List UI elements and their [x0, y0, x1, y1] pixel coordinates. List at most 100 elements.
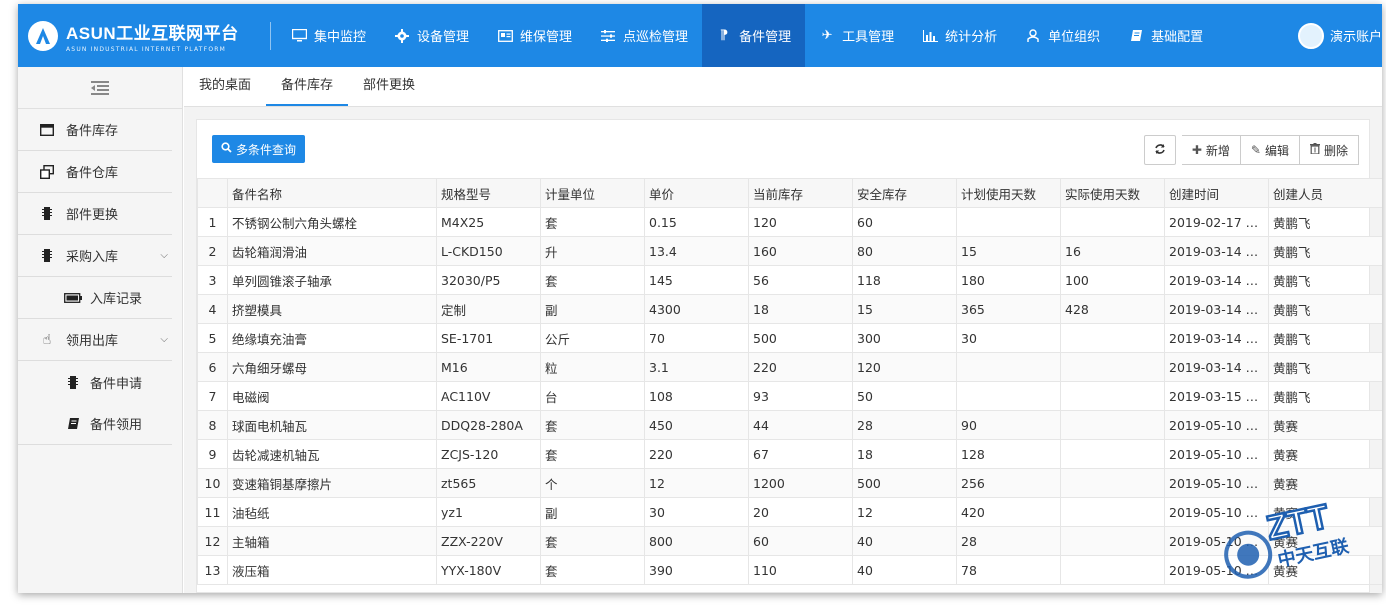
table-row[interactable]: 12 主轴箱 ZZX-220V 套 800 60 40 28 2019-05-10 0... 黄赛 [197, 526, 1382, 556]
nav-item-5[interactable]: ✈ 工具管理 [805, 4, 908, 67]
column-header[interactable]: 创建人员 [1268, 178, 1382, 208]
nav-item-6[interactable]: 统计分析 [908, 4, 1011, 67]
tab-2[interactable]: 部件更换 [348, 66, 430, 106]
tab-1[interactable]: 备件库存 [266, 66, 349, 106]
column-header[interactable]: 备件名称 [227, 178, 437, 208]
column-header[interactable]: 单价 [644, 178, 749, 208]
table-row[interactable]: 5 绝缘填充油膏 SE-1701 公斤 70 500 300 30 2019-03-14 1..… [197, 323, 1382, 353]
table-cell: 15 [852, 294, 957, 324]
nav-item-label: 维保管理 [520, 30, 573, 45]
table-row[interactable]: 11 油毡纸 yz1 副 30 20 12 420 2019-05-10 0... 黄赛 [197, 497, 1382, 527]
table-cell: 60 [852, 207, 957, 237]
table-cell: 六角细牙螺母 [227, 352, 437, 382]
multi-query-button[interactable]: 多条件查询 [212, 135, 306, 163]
user-menu[interactable]: 演示账户 [1297, 4, 1382, 67]
table-row[interactable]: 13 液压箱 YYX-180V 套 390 110 40 78 2019-05-10 0... 黄… [197, 555, 1382, 585]
sidebar-toggle[interactable] [18, 67, 182, 109]
edit-button[interactable]: ✎ 编辑 [1240, 135, 1300, 165]
table-cell: 90 [956, 410, 1061, 440]
column-header[interactable]: 创建时间 [1164, 178, 1269, 208]
table-cell: 2019-03-15 1... [1164, 381, 1269, 411]
table-cell [1060, 410, 1165, 440]
column-header[interactable]: 当前库存 [748, 178, 853, 208]
table-row[interactable]: 6 六角细牙螺母 M16 粒 3.1 220 120 2019-03-14 1... 黄鹏飞 [197, 352, 1382, 382]
column-header[interactable]: 规格型号 [436, 178, 541, 208]
app-window: ASUN工业互联网平台 ASUN INDUSTRIAL INTERNET PLA… [18, 4, 1382, 593]
table-row[interactable]: 4 挤塑模具 定制副 4300 18 15 365 428 2019-03-14 1... 黄鹏飞 [197, 294, 1382, 324]
nav-item-1[interactable]: 设备管理 [380, 4, 483, 67]
brand-logo[interactable]: ASUN工业互联网平台 ASUN INDUSTRIAL INTERNET PLA… [18, 4, 270, 67]
table-cell: 副 [540, 294, 645, 324]
table-cell: 电磁阀 [227, 381, 437, 411]
nav-item-4[interactable]: ⁋ 备件管理 [702, 4, 806, 67]
table-cell [1060, 468, 1165, 498]
refresh-button[interactable] [1143, 135, 1176, 165]
table-cell: 油毡纸 [227, 497, 437, 527]
table-cell: 绝缘填充油膏 [227, 323, 437, 353]
column-header[interactable]: 计量单位 [540, 178, 645, 208]
delete-label: 删除 [1323, 143, 1348, 158]
nav-item-0[interactable]: 集中监控 [277, 4, 380, 67]
table-cell: 50 [852, 381, 957, 411]
column-header[interactable]: 安全库存 [852, 178, 957, 208]
clone-icon [38, 164, 56, 179]
table-cell [1060, 555, 1165, 585]
sidebar-item-2[interactable]: 部件更换 [18, 193, 172, 235]
nav-item-label: 单位组织 [1048, 30, 1101, 45]
sidebar-item-6[interactable]: 备件申请 [18, 361, 172, 403]
table-cell: 套 [540, 265, 645, 295]
table-cell: 黄鹏飞 [1268, 265, 1382, 295]
table-cell: 升 [540, 236, 645, 266]
table-cell: 2019-03-14 1... [1164, 236, 1269, 266]
table-cell: zt565 [436, 468, 541, 498]
sidebar-item-4[interactable]: 入库记录 [18, 277, 172, 319]
sidebar-item-3[interactable]: 采购入库 ⌵ [18, 235, 172, 277]
table-cell: 黄赛 [1268, 526, 1382, 556]
nav-item-2[interactable]: 维保管理 [483, 4, 586, 67]
table-cell: 145 [644, 265, 749, 295]
table-cell [956, 381, 1061, 411]
table-cell: 挤塑模具 [227, 294, 437, 324]
table-row[interactable]: 7 电磁阀 AC110V 台 108 93 50 2019-03-15 1... 黄鹏飞 [197, 381, 1382, 411]
table-cell: 800 [644, 526, 749, 556]
table-cell: 黄鹏飞 [1268, 207, 1382, 237]
table-row[interactable]: 9 齿轮减速机轴瓦 ZCJS-120 套 220 67 18 128 2019-05-10 0.… [197, 439, 1382, 469]
table-row[interactable]: 8 球面电机轴瓦 DDQ28-280A 套 450 44 28 90 2019-05-10 0.… [197, 410, 1382, 440]
bar-chart-icon [922, 28, 938, 44]
chip-icon [64, 375, 82, 389]
table-cell: 15 [956, 236, 1061, 266]
table-cell: 100 [1060, 265, 1165, 295]
table-cell: 30 [644, 497, 749, 527]
tab-0[interactable]: 我的桌面 [184, 66, 266, 106]
table-cell: 30 [956, 323, 1061, 353]
add-button[interactable]: ✚ 新增 [1181, 135, 1241, 165]
sidebar-item-0[interactable]: 备件库存 [18, 109, 172, 151]
nav-item-3[interactable]: 点巡检管理 [586, 4, 702, 67]
row-index: 8 [197, 410, 228, 440]
inventory-panel: 多条件查询 ✚ 新增 ✎ 编辑 删除 备件名称 规格型号 计量单位 单价 当前库… [196, 119, 1382, 593]
nav-item-7[interactable]: 单位组织 [1011, 4, 1114, 67]
table-row[interactable]: 2 齿轮箱润滑油 L-CKD150 升 13.4 160 80 15 16 2019-03-14 … [197, 236, 1382, 266]
table-cell: 台 [540, 381, 645, 411]
nav-item-label: 统计分析 [945, 30, 998, 45]
sidebar-item-1[interactable]: 备件仓库 [18, 151, 172, 193]
table-cell [1060, 497, 1165, 527]
nav-item-8[interactable]: 基础配置 [1114, 4, 1217, 67]
column-header[interactable] [197, 178, 228, 208]
delete-button[interactable]: 删除 [1299, 135, 1359, 165]
table-cell: 2019-03-14 1... [1164, 294, 1269, 324]
sidebar-item-7[interactable]: 备件领用 [18, 403, 172, 445]
table-cell: 16 [1060, 236, 1165, 266]
table-cell: 220 [748, 352, 853, 382]
table-cell: 黄赛 [1268, 468, 1382, 498]
table-cell: DDQ28-280A [436, 410, 541, 440]
table-row[interactable]: 3 单列圆锥滚子轴承 32030/P5 套 145 56 118 180 100 2019-03-… [197, 265, 1382, 295]
table-row[interactable]: 1 不锈钢公制六角头螺栓 M4X25 套 0.15 120 60 2019-02-17 1..… [197, 207, 1382, 237]
table-row[interactable]: 10 变速箱铜基摩擦片 zt565 个 12 1200 500 256 2019-05-10 0… [197, 468, 1382, 498]
main-content: 多条件查询 ✚ 新增 ✎ 编辑 删除 备件名称 规格型号 计量单位 单价 当前库… [184, 107, 1382, 593]
table-cell: 12 [852, 497, 957, 527]
column-header[interactable]: 计划使用天数 [956, 178, 1061, 208]
sidebar-item-5[interactable]: ☝ 领用出库 ⌵ [18, 319, 172, 361]
column-header[interactable]: 实际使用天数 [1060, 178, 1165, 208]
window-icon [38, 123, 56, 136]
